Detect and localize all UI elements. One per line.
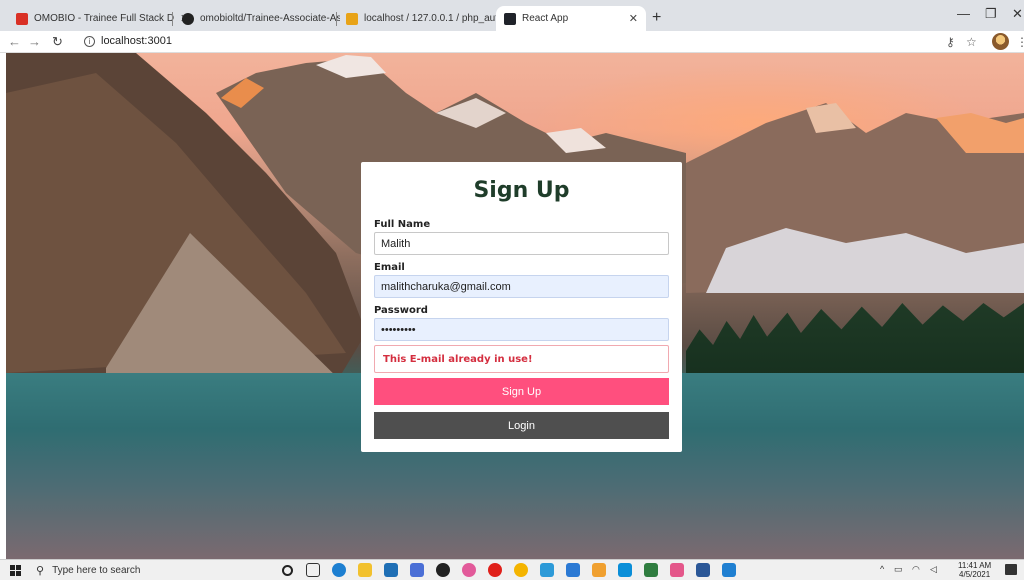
menu-icon[interactable]: ⋮ [1016, 35, 1024, 49]
skype-icon[interactable] [618, 563, 632, 577]
browser-tab-bar: OMOBIO - Trainee Full Stack Dev ✕ omobio… [0, 0, 1024, 31]
tab-separator [172, 12, 173, 26]
error-message: This E-mail already in use! [374, 345, 669, 373]
new-tab-icon[interactable]: + [652, 9, 661, 27]
forward-icon[interactable]: → [28, 34, 41, 49]
postman-icon[interactable] [670, 563, 684, 577]
react-icon [504, 12, 516, 25]
phpmyadmin-icon [346, 12, 358, 25]
close-icon[interactable]: ✕ [629, 12, 638, 25]
opera-icon[interactable] [488, 563, 502, 577]
tab-title: React App [522, 13, 569, 24]
clock[interactable]: 11:41 AM 4/5/2021 [958, 561, 991, 579]
signup-button[interactable]: Sign Up [374, 378, 669, 405]
back-icon[interactable]: ← [8, 34, 21, 49]
paint-icon[interactable] [462, 563, 476, 577]
taskbar: ⚲ Type here to search ^ ▭ ◠ ◁ 11:41 AM 4… [0, 559, 1024, 580]
key-icon[interactable]: ⚷ [946, 35, 955, 49]
tab-github[interactable]: omobioltd/Trainee-Associate-As ✕ [174, 6, 363, 31]
search-icon: ⚲ [36, 565, 45, 577]
github-icon [182, 12, 194, 25]
edge-icon[interactable] [332, 563, 346, 577]
task-view-icon[interactable] [306, 563, 320, 577]
tab-omobio[interactable]: OMOBIO - Trainee Full Stack Dev ✕ [8, 6, 197, 31]
clock-time: 11:41 AM [958, 561, 992, 570]
page-title: Sign Up [473, 178, 570, 203]
volume-icon[interactable]: ◁ [930, 564, 937, 575]
cortana-icon[interactable] [282, 565, 293, 576]
photos-icon[interactable] [410, 563, 424, 577]
vscode-active-icon[interactable] [722, 563, 736, 577]
app-icon[interactable] [644, 563, 658, 577]
tab-title: localhost / 127.0.0.1 / php_auth_ [364, 13, 504, 24]
gmail-icon [16, 12, 28, 25]
tab-react-app[interactable]: React App ✕ [496, 6, 646, 31]
minimize-icon[interactable]: — [957, 6, 970, 21]
password-input[interactable] [374, 318, 669, 341]
word-icon[interactable] [696, 563, 710, 577]
notification-icon[interactable] [1005, 564, 1017, 575]
reload-icon[interactable]: ↻ [52, 34, 63, 50]
signup-card: Sign Up Full Name Email Password This E-… [361, 162, 682, 452]
taskbar-search[interactable]: ⚲ Type here to search [36, 562, 140, 579]
fullname-input[interactable] [374, 232, 669, 255]
wifi-icon[interactable]: ◠ [912, 564, 920, 575]
search-placeholder: Type here to search [52, 565, 141, 576]
tab-separator [336, 12, 337, 26]
fullname-label: Full Name [374, 219, 431, 230]
windows-start-icon[interactable] [10, 565, 21, 576]
email-input[interactable] [374, 275, 669, 298]
xbox-icon[interactable] [436, 563, 450, 577]
store-icon[interactable] [384, 563, 398, 577]
address-bar: ← → ↻ i localhost:3001 ⚷ ☆ ⋮ [0, 31, 1024, 53]
calendar-icon[interactable] [540, 563, 554, 577]
url-field[interactable]: i localhost:3001 [84, 35, 172, 47]
info-icon[interactable]: i [84, 35, 95, 47]
url-text: localhost:3001 [101, 35, 172, 47]
xampp-icon[interactable] [592, 563, 606, 577]
star-icon[interactable]: ☆ [966, 35, 977, 49]
clock-date: 4/5/2021 [959, 570, 991, 579]
profile-avatar[interactable] [992, 33, 1009, 50]
window-close-icon[interactable]: ✕ [1012, 6, 1023, 22]
password-label: Password [374, 305, 428, 316]
email-label: Email [374, 262, 405, 273]
login-button[interactable]: Login [374, 412, 669, 439]
tab-title: OMOBIO - Trainee Full Stack Dev [34, 13, 174, 24]
file-explorer-icon[interactable] [358, 563, 372, 577]
vscode-icon[interactable] [566, 563, 580, 577]
maximize-icon[interactable]: ❐ [985, 6, 997, 22]
tray-chevron-icon[interactable]: ^ [880, 564, 884, 574]
tab-title: omobioltd/Trainee-Associate-As [200, 13, 340, 24]
battery-icon[interactable]: ▭ [894, 564, 903, 575]
chrome-icon[interactable] [514, 563, 528, 577]
